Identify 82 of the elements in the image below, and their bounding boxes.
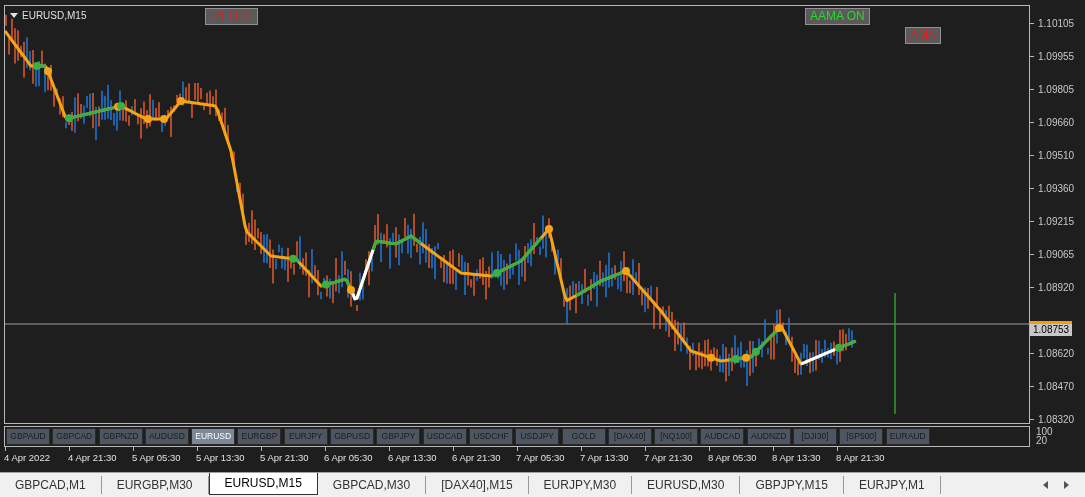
symbol-button[interactable]: EURUSD bbox=[191, 428, 236, 445]
chart-tab[interactable]: EURJPY,M30 bbox=[528, 476, 633, 494]
toggle-button[interactable]: AMA bbox=[905, 27, 941, 44]
price-label: 1.09360 bbox=[1030, 172, 1085, 205]
time-label: 7 Apr 21:30 bbox=[644, 447, 708, 465]
time-label: 5 Apr 21:30 bbox=[260, 447, 324, 465]
price-label: 1.09955 bbox=[1030, 40, 1085, 73]
signal-dot bbox=[144, 115, 152, 123]
symbol-button[interactable]: EURAUD bbox=[885, 428, 930, 445]
symbol-button[interactable]: USDCHF bbox=[468, 428, 513, 445]
level-label: 100 bbox=[1036, 427, 1053, 436]
symbol-button[interactable]: USDCAD bbox=[422, 428, 467, 445]
chart-tab[interactable]: EURGBP,M30 bbox=[101, 476, 209, 494]
symbol-button[interactable]: AUDUSD bbox=[144, 428, 189, 445]
symbol-button[interactable]: EURJPY bbox=[283, 428, 328, 445]
symbol-button[interactable]: GBPUSD bbox=[330, 428, 375, 445]
time-label: 4 Apr 21:30 bbox=[68, 447, 132, 465]
symbol-button[interactable]: [NQ100] bbox=[654, 428, 699, 445]
signal-dot bbox=[775, 324, 783, 333]
chart-tab[interactable]: EURUSD,M30 bbox=[632, 476, 741, 494]
price-label: 1.09215 bbox=[1030, 205, 1085, 238]
toggle-button[interactable]: AAMA ON bbox=[805, 8, 870, 25]
price-label: 1.10105 bbox=[1030, 7, 1085, 40]
time-label: 8 Apr 13:30 bbox=[772, 447, 836, 465]
signal-dot bbox=[289, 254, 297, 263]
chart-tab[interactable]: GBPCAD,M1 bbox=[0, 476, 102, 494]
signal-dot bbox=[347, 286, 355, 294]
price-label: 1.08620 bbox=[1030, 337, 1085, 370]
symbol-button[interactable]: GBPAUD bbox=[6, 428, 50, 445]
symbol-button[interactable]: AUDCAD bbox=[700, 428, 745, 445]
price-label: 1.09510 bbox=[1030, 139, 1085, 172]
signal-dot bbox=[707, 353, 715, 362]
scroll-right-icon[interactable] bbox=[1064, 481, 1069, 489]
symbol-button[interactable]: GBPCAD bbox=[52, 428, 97, 445]
time-label: 6 Apr 13:30 bbox=[388, 447, 452, 465]
price-label: 1.08920 bbox=[1030, 271, 1085, 304]
chart-tab[interactable]: [DAX40],M15 bbox=[426, 476, 529, 494]
chart-tab[interactable]: GBPCAD,M30 bbox=[317, 476, 427, 494]
time-label: 7 Apr 05:30 bbox=[516, 447, 580, 465]
signal-dot bbox=[44, 67, 52, 76]
symbol-button[interactable]: [DJI30] bbox=[793, 428, 838, 445]
dropdown-triangle-icon[interactable] bbox=[10, 13, 18, 18]
signal-dot bbox=[493, 269, 501, 277]
time-label: 6 Apr 21:30 bbox=[452, 447, 516, 465]
symbol-button[interactable]: GBPJPY bbox=[376, 428, 421, 445]
time-label: 7 Apr 13:30 bbox=[580, 447, 644, 465]
signal-dot bbox=[752, 347, 760, 356]
scroll-left-icon[interactable] bbox=[1043, 481, 1048, 489]
time-label: 5 Apr 05:30 bbox=[132, 447, 196, 465]
signal-dot bbox=[545, 225, 553, 233]
chart-tab[interactable]: GBPJPY,M15 bbox=[740, 476, 844, 494]
price-label: 1.09805 bbox=[1030, 73, 1085, 106]
signal-dot bbox=[742, 353, 750, 362]
price-label: 1.08470 bbox=[1030, 370, 1085, 403]
time-label: 8 Apr 05:30 bbox=[708, 447, 772, 465]
signal-dot bbox=[33, 62, 41, 70]
time-label: 5 Apr 13:30 bbox=[196, 447, 260, 465]
chart-tab[interactable]: EURUSD,M15 bbox=[208, 473, 318, 495]
signal-dot bbox=[65, 114, 73, 123]
symbol-button[interactable]: [DAX40] bbox=[607, 428, 652, 445]
symbol-button[interactable]: GBPNZD bbox=[98, 428, 143, 445]
toggle-button[interactable]: H1 OFF bbox=[205, 8, 258, 25]
signal-dot bbox=[732, 355, 740, 363]
time-label: 6 Apr 05:30 bbox=[324, 447, 388, 465]
price-label: 1.09660 bbox=[1030, 106, 1085, 139]
signal-dot bbox=[622, 267, 630, 275]
chart-tab[interactable]: EURJPY,M1 bbox=[843, 476, 941, 494]
level-label: 20 bbox=[1036, 436, 1048, 445]
chart-symbol-label: EURUSD,M15 bbox=[22, 9, 87, 23]
price-label: 1.09065 bbox=[1030, 238, 1085, 271]
symbol-button[interactable]: [SP500] bbox=[839, 428, 884, 445]
symbol-button[interactable]: USDJPY bbox=[515, 428, 560, 445]
signal-dot bbox=[322, 280, 330, 289]
time-label: 8 Apr 21:30 bbox=[836, 447, 900, 465]
signal-dot bbox=[177, 97, 185, 105]
symbol-button[interactable]: GOLD bbox=[561, 428, 606, 445]
signal-dot bbox=[835, 343, 843, 352]
symbol-button[interactable]: AUDNZD bbox=[746, 428, 791, 445]
symbol-button[interactable]: EURGBP bbox=[237, 428, 282, 445]
signal-dot bbox=[160, 115, 168, 123]
current-price-label: 1.08753 bbox=[1030, 321, 1073, 336]
time-label: 4 Apr 2022 bbox=[4, 447, 68, 465]
